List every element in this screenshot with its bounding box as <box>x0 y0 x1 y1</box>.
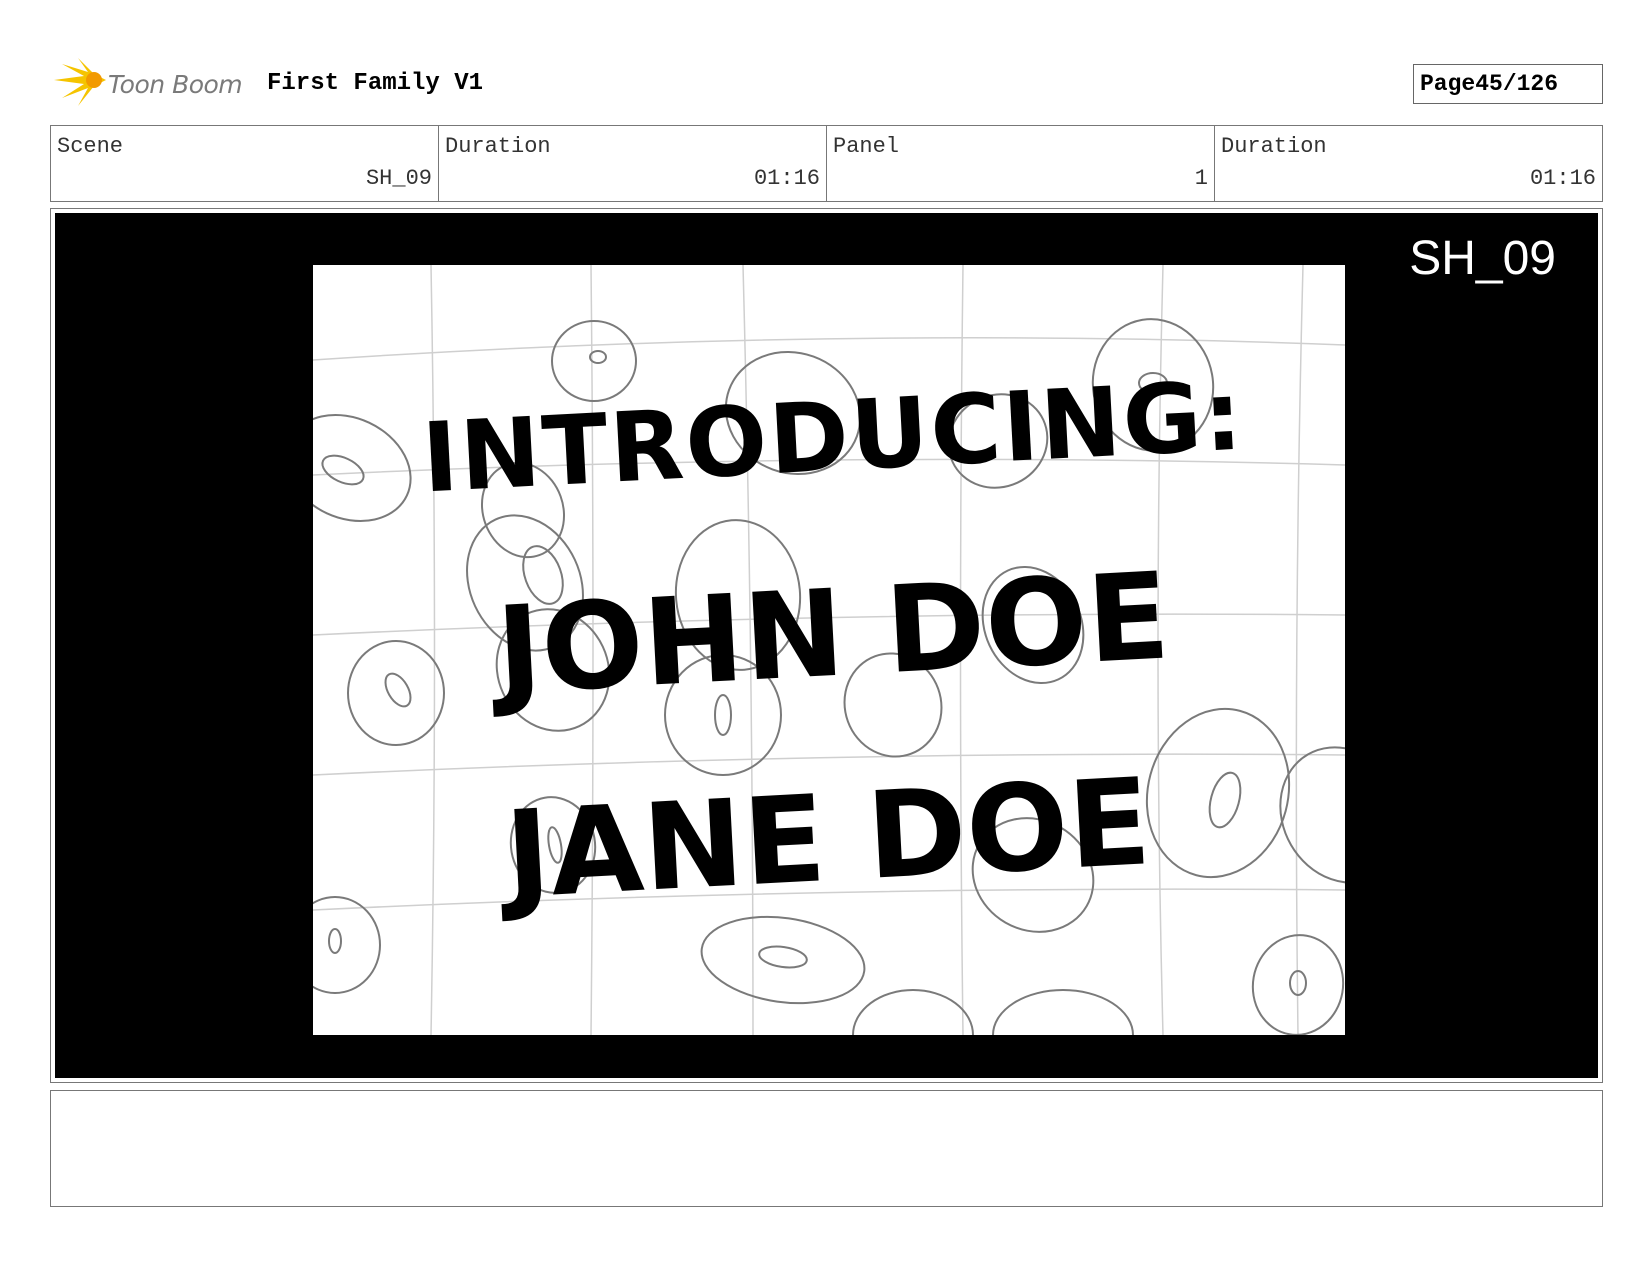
panel-info-table: Scene SH_09 Duration 01:16 Panel 1 Durat… <box>50 125 1603 202</box>
logo-text: Toon Boom <box>108 70 243 99</box>
panel-notes-box <box>50 1090 1603 1207</box>
scene-duration-cell: Duration 01:16 <box>439 126 827 201</box>
panel-value: 1 <box>1194 166 1208 191</box>
title-text-group: INTRODUCING: JOHN DOE JANE DOE <box>420 360 1247 927</box>
frame-letterbox: SH_09 INTRODUCING: JOHN DOE JANE DOE <box>55 213 1598 1078</box>
sketch-canvas: INTRODUCING: JOHN DOE JANE DOE <box>313 265 1345 1035</box>
storyboard-frame: SH_09 INTRODUCING: JOHN DOE JANE DOE <box>50 208 1603 1083</box>
panel-cell: Panel 1 <box>827 126 1215 201</box>
scene-label: Scene <box>57 134 124 159</box>
logo-flare-icon <box>54 58 106 106</box>
page-indicator: Page 45/126 <box>1413 64 1603 104</box>
panel-duration-value: 01:16 <box>1529 166 1596 191</box>
title-line-jane-doe: JANE DOE <box>495 753 1154 926</box>
title-line-john-doe: JOHN DOE <box>486 547 1172 721</box>
panel-drawing: INTRODUCING: JOHN DOE JANE DOE <box>313 265 1345 1035</box>
page-number: 45/126 <box>1475 71 1559 97</box>
panel-duration-label: Duration <box>1221 134 1327 159</box>
panel-label: Panel <box>833 134 900 159</box>
toon-boom-logo: Toon Boom <box>54 58 254 110</box>
scene-cell: Scene SH_09 <box>51 126 439 201</box>
title-line-introducing: INTRODUCING: <box>420 360 1247 515</box>
scene-duration-value: 01:16 <box>753 166 820 191</box>
panel-duration-cell: Duration 01:16 <box>1215 126 1602 201</box>
page-label: Page <box>1420 71 1476 97</box>
project-title: First Family V1 <box>267 70 484 97</box>
shot-label: SH_09 <box>1409 232 1556 285</box>
scene-duration-label: Duration <box>445 134 551 159</box>
scene-value: SH_09 <box>365 166 432 191</box>
